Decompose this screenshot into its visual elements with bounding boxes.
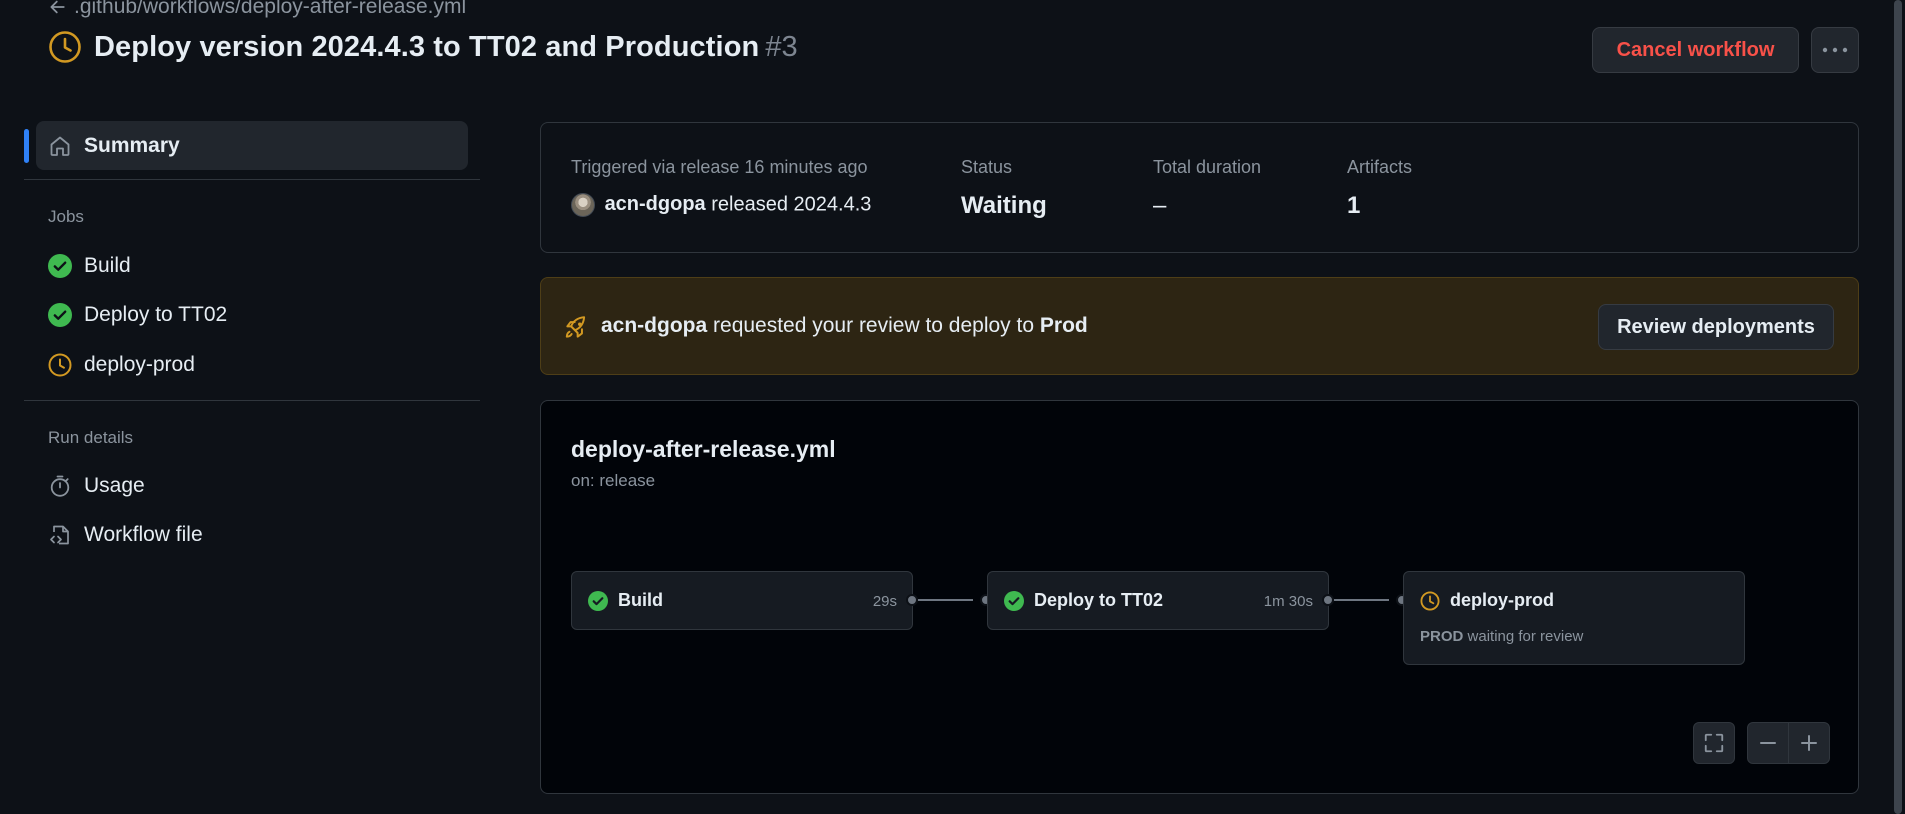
job-detail-text: waiting for review: [1467, 628, 1584, 645]
sidebar-item-label: Build: [84, 254, 131, 277]
status-label: Status: [961, 157, 1013, 177]
job-name: Build: [618, 590, 663, 610]
arrow-left-icon: [48, 0, 66, 16]
run-summary-card: Triggered via release 16 minutes ago acn…: [540, 122, 1859, 253]
workflow-run-title: Deploy version 2024.4.3 to TT02 and Prod…: [94, 30, 760, 63]
page-header: Deploy version 2024.4.3 to TT02 and Prod…: [48, 30, 798, 64]
sidebar-divider: [24, 400, 480, 401]
zoom-out-button[interactable]: [1747, 722, 1789, 764]
workflow-trigger: on: release: [571, 471, 656, 490]
artifacts-count[interactable]: 1: [1347, 192, 1360, 220]
job-name: deploy-prod: [1450, 590, 1554, 610]
home-icon: [48, 134, 72, 158]
clock-icon: [1420, 590, 1440, 611]
back-link-label[interactable]: .github/workflows/deploy-after-release.y…: [74, 0, 466, 19]
job-environment: PROD: [1420, 628, 1464, 645]
job-connector: [918, 599, 973, 601]
run-details-heading: Run details: [48, 428, 134, 447]
job-node-header: deploy-prod: [1420, 590, 1554, 611]
kebab-horizontal-icon: [1822, 47, 1848, 53]
check-circle-icon: [48, 303, 72, 327]
file-code-icon: [48, 523, 72, 547]
status-section: Status Waiting: [961, 157, 1047, 219]
active-indicator: [24, 129, 29, 163]
trigger-section: Triggered via release 16 minutes ago acn…: [571, 157, 871, 217]
duration-label: Total duration: [1153, 157, 1262, 177]
duration-section: Total duration –: [1153, 157, 1262, 219]
review-request-message: requested your review to deploy to: [713, 314, 1035, 337]
artifacts-label: Artifacts: [1347, 157, 1413, 177]
sidebar-item-usage[interactable]: Usage: [48, 471, 145, 501]
check-circle-icon: [1004, 590, 1024, 611]
actor-link[interactable]: acn-dgopa: [605, 193, 706, 215]
job-output-port: [906, 594, 918, 606]
back-link[interactable]: .github/workflows/deploy-after-release.y…: [48, 0, 466, 19]
sidebar-item-workflow-file[interactable]: Workflow file: [48, 520, 203, 550]
job-output-port: [1322, 594, 1334, 606]
sidebar-item-label: Usage: [84, 474, 145, 497]
job-node-build[interactable]: Build 29s: [571, 571, 913, 630]
jobs-heading: Jobs: [48, 207, 84, 226]
rocket-icon: [563, 315, 589, 341]
sidebar-item-deploy-tt02[interactable]: Deploy to TT02: [48, 300, 227, 330]
job-node-deploy-prod[interactable]: deploy-prod PROD waiting for review: [1403, 571, 1745, 665]
actor-action: released 2024.4.3: [711, 193, 872, 216]
zoom-in-button[interactable]: [1788, 722, 1830, 764]
cancel-workflow-button[interactable]: Cancel workflow: [1592, 27, 1799, 73]
job-connector: [1334, 599, 1389, 601]
workflow-graph-card: deploy-after-release.yml on: release Bui…: [540, 400, 1859, 794]
sidebar-item-label: Summary: [84, 133, 180, 157]
review-deployments-button[interactable]: Review deployments: [1598, 304, 1834, 350]
job-duration: 1m 30s: [1263, 593, 1313, 610]
fullscreen-button[interactable]: [1693, 722, 1735, 764]
trigger-value: acn-dgopa released 2024.4.3: [571, 193, 871, 217]
check-circle-icon: [48, 254, 72, 278]
sidebar-item-deploy-prod[interactable]: deploy-prod: [48, 350, 195, 380]
status-value: Waiting: [961, 192, 1047, 219]
review-request-text: acn-dgopa requested your review to deplo…: [601, 314, 1088, 338]
review-environment: Prod: [1039, 314, 1088, 337]
stopwatch-icon: [48, 474, 72, 498]
clock-icon: [48, 353, 72, 377]
page-title: Deploy version 2024.4.3 to TT02 and Prod…: [94, 31, 798, 64]
job-node-deploy-tt02[interactable]: Deploy to TT02 1m 30s: [987, 571, 1329, 630]
run-number: #3: [765, 30, 798, 63]
workflow-file-name: deploy-after-release.yml: [571, 436, 836, 462]
job-duration: 29s: [872, 593, 897, 610]
check-circle-icon: [588, 590, 608, 611]
sidebar-item-summary[interactable]: Summary: [36, 121, 468, 170]
more-options-button[interactable]: [1811, 27, 1859, 73]
avatar[interactable]: [571, 193, 595, 217]
page-scrollbar[interactable]: [1891, 0, 1905, 814]
sidebar-item-label: deploy-prod: [84, 353, 195, 376]
review-request-banner: acn-dgopa requested your review to deplo…: [540, 277, 1859, 375]
trigger-label: Triggered via release 16 minutes ago: [571, 157, 868, 177]
job-name: Deploy to TT02: [1034, 590, 1164, 610]
job-node-header: Build: [588, 590, 663, 611]
clock-icon: [48, 30, 82, 64]
duration-value: –: [1153, 192, 1167, 219]
screen-full-icon: [1703, 732, 1725, 754]
sidebar-item-build[interactable]: Build: [48, 251, 131, 281]
job-node-header: Deploy to TT02: [1004, 590, 1163, 611]
sidebar-item-label: Workflow file: [84, 523, 203, 546]
minus-icon: [1758, 733, 1778, 753]
sidebar-divider: [24, 179, 480, 180]
plus-icon: [1799, 733, 1819, 753]
scrollbar-thumb[interactable]: [1894, 0, 1902, 814]
job-detail: PROD waiting for review: [1420, 628, 1583, 645]
sidebar-item-label: Deploy to TT02: [84, 303, 228, 326]
reviewer-actor-link[interactable]: acn-dgopa: [601, 314, 707, 337]
artifacts-section: Artifacts 1: [1347, 157, 1413, 219]
